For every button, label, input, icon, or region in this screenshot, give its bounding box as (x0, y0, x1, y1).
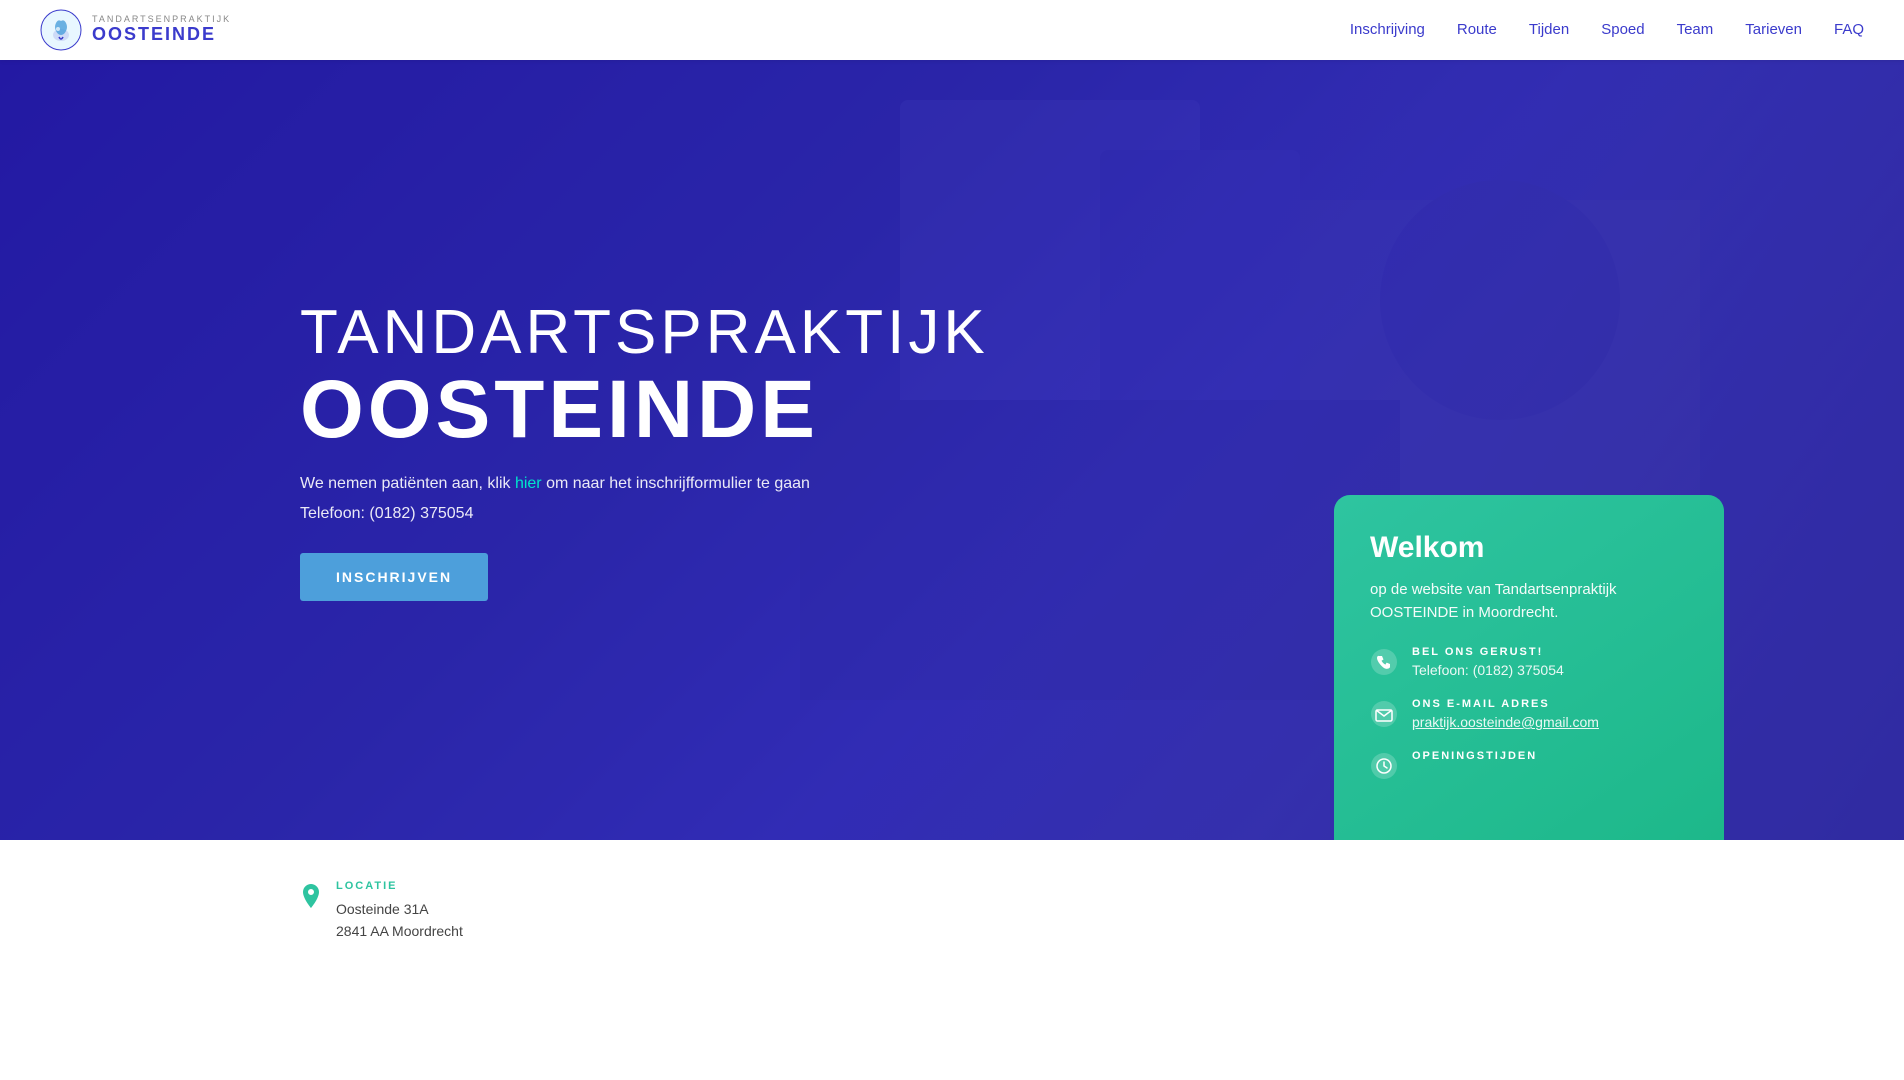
hero-content: TANDARTSPRAKTIJK OOSTEINDE We nemen pati… (0, 299, 900, 601)
welkom-card: Welkom op de website van Tandartsenprakt… (1334, 495, 1724, 840)
welkom-phone-item: BEL ONS GERUST! Telefoon: (0182) 375054 (1370, 646, 1688, 678)
hier-link[interactable]: hier (515, 475, 542, 492)
welkom-email-text: ONS E-MAIL ADRES praktijk.oosteinde@gmai… (1412, 698, 1599, 730)
location-col: LOCATIE Oosteinde 31A 2841 AA Moordrecht (300, 880, 463, 943)
nav-inschrijving[interactable]: Inschrijving (1350, 21, 1425, 38)
welkom-description: op de website van Tandartsenpraktijk OOS… (1370, 579, 1688, 624)
logo-link[interactable]: TANDARTSENPRAKTIJK OOSTEINDE (40, 9, 231, 51)
nav-route[interactable]: Route (1457, 21, 1497, 38)
welkom-email-item: ONS E-MAIL ADRES praktijk.oosteinde@gmai… (1370, 698, 1688, 730)
nav-spoed[interactable]: Spoed (1601, 21, 1644, 38)
footer-section: LOCATIE Oosteinde 31A 2841 AA Moordrecht (0, 840, 1904, 983)
hero-section: TANDARTSPRAKTIJK OOSTEINDE We nemen pati… (0, 0, 1904, 840)
location-content: LOCATIE Oosteinde 31A 2841 AA Moordrecht (336, 880, 463, 943)
hero-title-bold: OOSTEINDE (300, 367, 900, 453)
inschrijven-button[interactable]: INSCHRIJVEN (300, 553, 488, 601)
location-address: Oosteinde 31A 2841 AA Moordrecht (336, 898, 463, 943)
email-link[interactable]: praktijk.oosteinde@gmail.com (1412, 714, 1599, 730)
welkom-title: Welkom (1370, 531, 1688, 565)
phone-icon (1370, 648, 1398, 676)
hero-subtitle: We nemen patiënten aan, klik hier om naa… (300, 471, 900, 497)
nav-tijden[interactable]: Tijden (1529, 21, 1569, 38)
location-icon (300, 882, 322, 916)
navbar: TANDARTSENPRAKTIJK OOSTEINDE Inschrijvin… (0, 0, 1904, 60)
nav-tarieven[interactable]: Tarieven (1745, 21, 1802, 38)
clock-icon (1370, 752, 1398, 780)
welkom-hours-text: OPENINGSTIJDEN (1412, 750, 1537, 766)
nav-faq[interactable]: FAQ (1834, 21, 1864, 38)
email-icon (1370, 700, 1398, 728)
logo-icon (40, 9, 82, 51)
logo-text: TANDARTSENPRAKTIJK OOSTEINDE (92, 15, 231, 45)
nav-team[interactable]: Team (1677, 21, 1714, 38)
hero-title-light: TANDARTSPRAKTIJK (300, 299, 900, 367)
welkom-phone-text: BEL ONS GERUST! Telefoon: (0182) 375054 (1412, 646, 1564, 678)
hero-phone: Telefoon: (0182) 375054 (300, 505, 900, 523)
welkom-hours-item: OPENINGSTIJDEN (1370, 750, 1688, 780)
nav-menu: Inschrijving Route Tijden Spoed Team Tar… (1350, 21, 1864, 39)
